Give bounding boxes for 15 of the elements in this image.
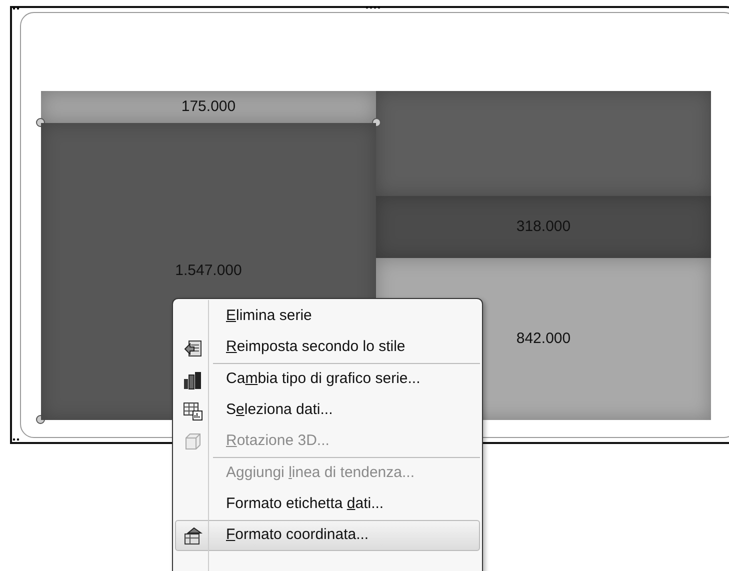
menu-item[interactable]: Formato coordinata...: [175, 520, 480, 551]
data-label: 175.000: [181, 96, 236, 117]
data-label: 1.547.000: [175, 261, 242, 282]
style-reset-icon: [183, 338, 203, 358]
resize-handle[interactable]: [12, 438, 20, 441]
data-label: 318.000: [516, 216, 571, 237]
chart-segment[interactable]: 175.000: [41, 91, 376, 123]
data-label: 842.000: [516, 328, 571, 349]
format-icon: [183, 526, 203, 546]
resize-handle[interactable]: [12, 7, 20, 10]
table-icon: [183, 400, 203, 420]
bar-chart-icon: [183, 370, 203, 390]
cube-icon: [183, 432, 203, 452]
menu-item[interactable]: Formato etichetta dati...: [175, 489, 480, 520]
resize-handle[interactable]: [365, 6, 381, 9]
